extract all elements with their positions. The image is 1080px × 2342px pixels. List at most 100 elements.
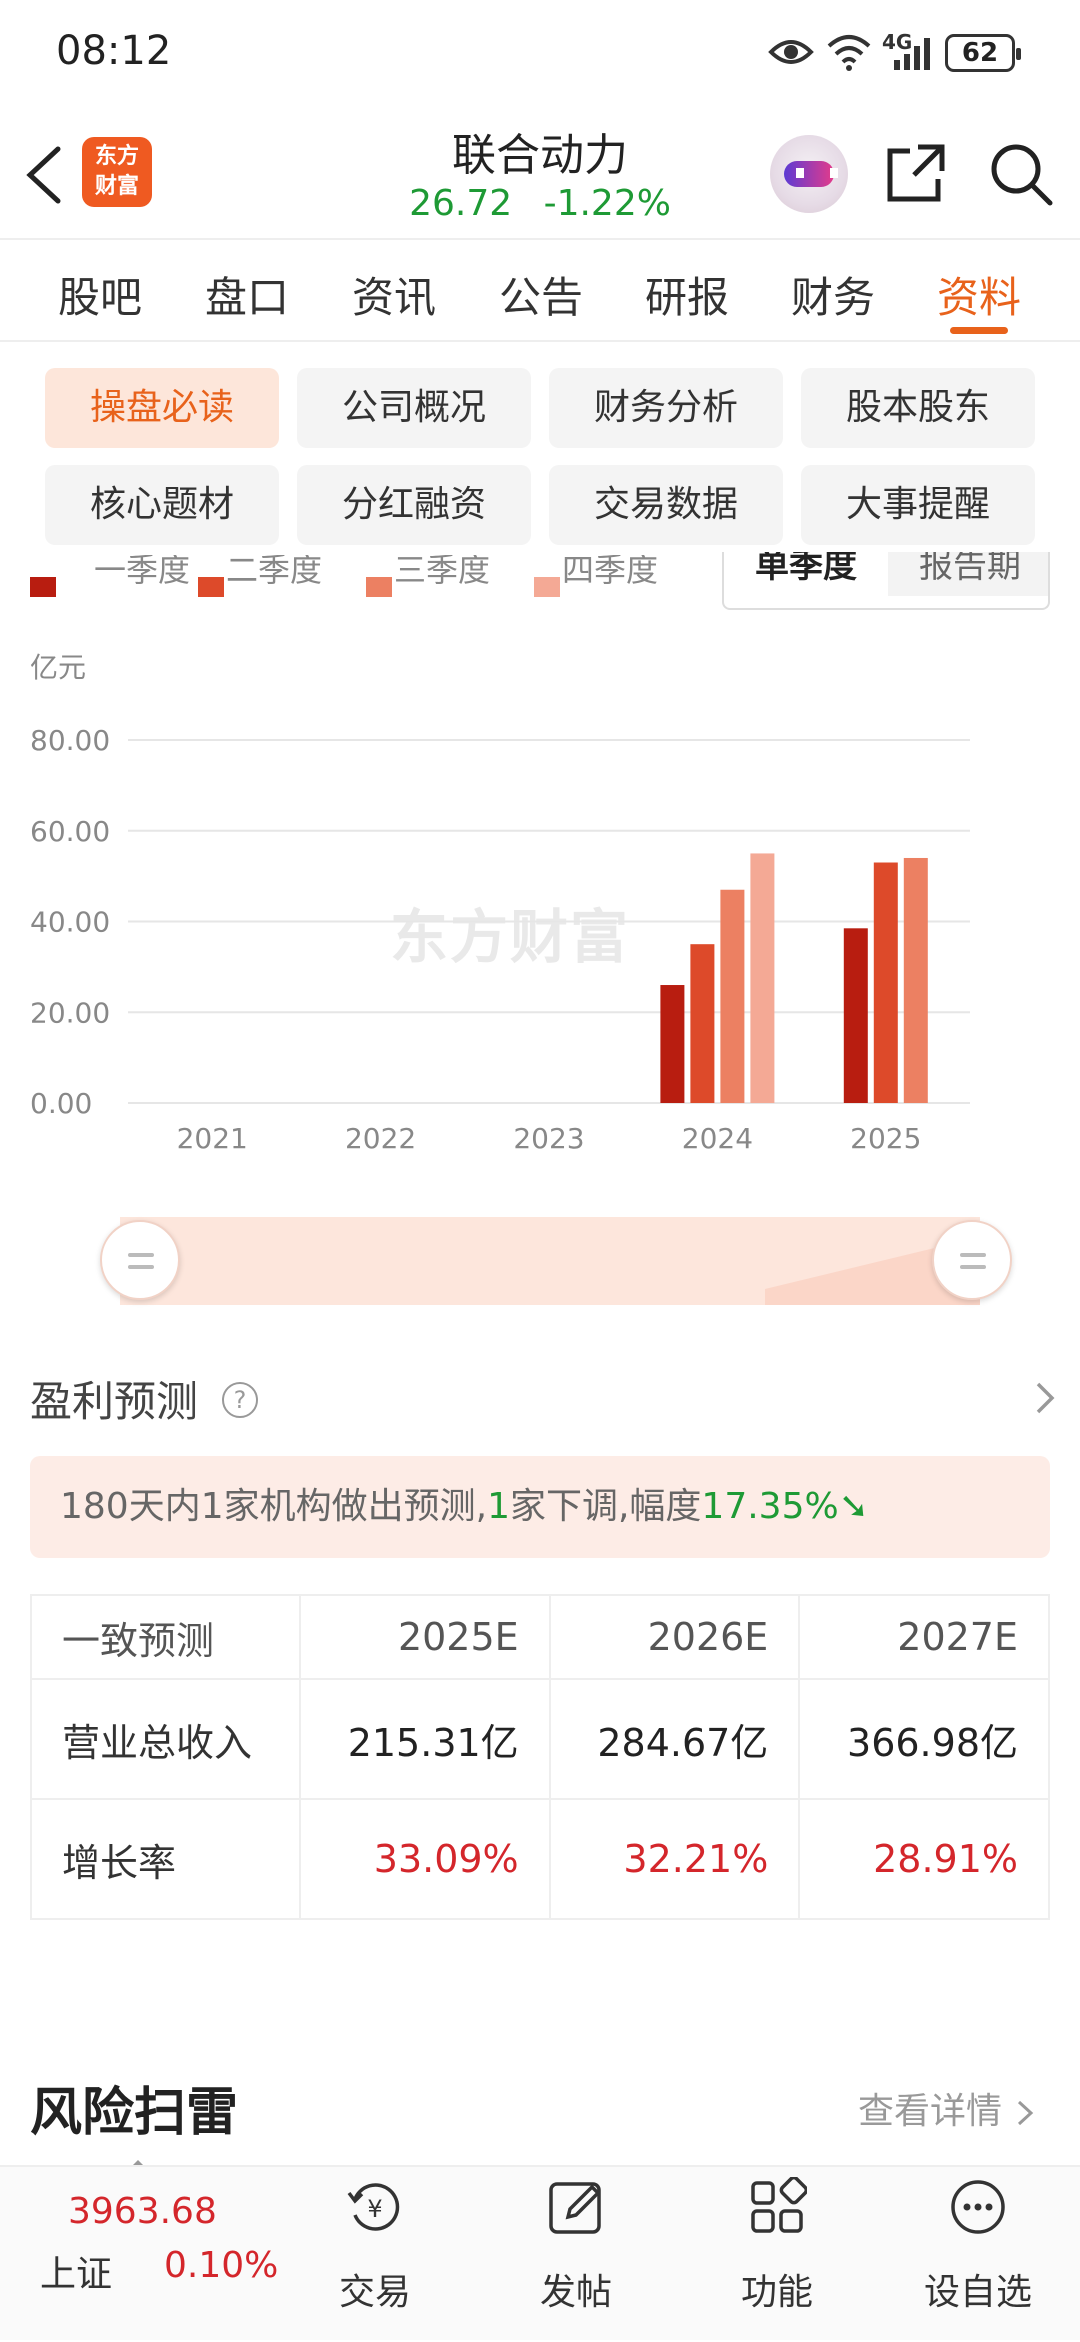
ai-assistant-icon[interactable]	[770, 135, 848, 213]
y-tick-label: 40.00	[30, 906, 110, 939]
nav-post[interactable]: 发帖	[496, 2167, 656, 2342]
more-icon	[951, 2180, 1005, 2234]
trade-icon: ¥	[347, 2183, 400, 2231]
tab-news[interactable]: 资讯	[334, 264, 454, 325]
signal-icon	[894, 38, 930, 70]
chip-core-themes[interactable]: 核心题材	[45, 465, 279, 545]
nav-trade-label: 交易	[338, 2272, 411, 2313]
nav-add-watchlist[interactable]: 设自选	[898, 2167, 1058, 2342]
x-tick-label: 2021	[177, 1122, 248, 1155]
edit-icon	[549, 2182, 601, 2234]
legend-label-q2: 二季度	[226, 555, 323, 589]
legend-label-q3: 三季度	[394, 555, 491, 589]
active-tab-indicator	[950, 327, 1008, 334]
nav-add-watchlist-label: 设自选	[923, 2272, 1032, 2313]
table-cell: 366.98亿	[798, 1678, 1050, 1800]
row-label: 营业总收入	[29, 1678, 302, 1800]
chip-dividends-financing[interactable]: 分红融资	[297, 465, 531, 545]
nav-functions[interactable]: 功能	[697, 2167, 857, 2342]
legend-swatch-q3	[366, 577, 392, 597]
index-change: 0.10%	[164, 2245, 279, 2286]
table-cell: 284.67亿	[548, 1678, 801, 1800]
legend-swatch-q2	[198, 577, 224, 597]
bar-2024-q2[interactable]	[690, 944, 715, 1103]
chip-event-reminders[interactable]: 大事提醒	[801, 465, 1035, 545]
chip-company-overview[interactable]: 公司概况	[297, 368, 531, 448]
table-header-cell: 2026E	[548, 1594, 801, 1680]
table-row: 增长率 33.09% 32.21% 28.91%	[29, 1798, 1050, 1920]
range-slider-track[interactable]	[120, 1217, 980, 1305]
table-header-row: 一致预测 2025E 2026E 2027E	[29, 1594, 1050, 1680]
search-icon[interactable]	[988, 141, 1054, 207]
chip-trading-data[interactable]: 交易数据	[549, 465, 783, 545]
tab-guba[interactable]: 股吧	[40, 264, 160, 325]
table-header-cell: 一致预测	[29, 1594, 302, 1680]
range-slider-right-handle[interactable]	[932, 1220, 1012, 1300]
chip-financial-analysis[interactable]: 财务分析	[549, 368, 783, 448]
legend-label-q1: 一季度	[94, 555, 191, 589]
toggle-report-period[interactable]: 报告期	[888, 552, 1048, 596]
revenue-bar-chart: 亿元 0.00 20.00 40.00 60.00 80.00 2021 2022 2023…	[30, 651, 970, 1155]
table-header-cell: 2027E	[798, 1594, 1050, 1680]
period-toggle: 单季度 报告期	[722, 552, 1050, 610]
x-tick-label: 2023	[513, 1122, 584, 1155]
svg-text:¥: ¥	[367, 2195, 382, 2223]
table-row: 营业总收入 215.31亿 284.67亿 366.98亿	[29, 1678, 1050, 1800]
forecast-table: 一致预测 2025E 2026E 2027E 营业总收入 215.31亿 284…	[29, 1594, 1050, 1920]
chip-shareholders[interactable]: 股本股东	[801, 368, 1035, 448]
main-tabs: 股吧 盘口 资讯 公告 研报 财务 资料	[0, 242, 1080, 342]
stock-change: -1.22%	[543, 183, 671, 224]
bottom-navigation: 3963.68 上证 0.10% ¥ 交易 发帖 功能 设自选	[0, 2165, 1080, 2340]
y-tick-label: 0.00	[30, 1087, 92, 1120]
toggle-single-quarter[interactable]: 单季度	[724, 552, 888, 596]
legend-swatch-q4	[534, 577, 560, 597]
tab-profile[interactable]: 资料	[919, 264, 1039, 325]
y-tick-label: 80.00	[30, 724, 110, 757]
table-header-cell: 2025E	[299, 1594, 551, 1680]
forecast-summary-banner[interactable]: 180天内1家机构做出预测,1家下调,幅度17.35%➘	[30, 1456, 1050, 1558]
bar-2024-q3[interactable]	[720, 889, 745, 1103]
tab-pankou[interactable]: 盘口	[187, 264, 307, 325]
index-name: 上证	[40, 2254, 113, 2295]
tab-research[interactable]: 研报	[627, 264, 747, 325]
table-cell: 28.91%	[798, 1798, 1050, 1920]
tab-announcements[interactable]: 公告	[481, 264, 601, 325]
status-bar: 08:12 4G 62	[0, 0, 1080, 105]
tab-finance[interactable]: 财务	[773, 264, 893, 325]
bar-2024-q4[interactable]	[750, 853, 775, 1103]
table-cell: 33.09%	[299, 1798, 551, 1920]
bar-2025-q3[interactable]	[903, 857, 928, 1103]
eye-icon	[768, 40, 814, 64]
stock-price: 26.72	[409, 183, 513, 224]
nav-post-label: 发帖	[539, 2272, 612, 2313]
x-tick-label: 2024	[682, 1122, 753, 1155]
stock-header: 东方 财富 联合动力 26.72 -1.22%	[0, 105, 1080, 240]
profit-forecast-title: 盈利预测	[30, 1377, 199, 1426]
bar-2024-q1[interactable]	[660, 985, 685, 1103]
view-details-link[interactable]: 查看详情	[858, 2082, 1037, 2134]
bar-2025-q2[interactable]	[873, 862, 898, 1103]
y-axis-unit: 亿元	[30, 651, 86, 684]
arrow-down-icon: ➘	[838, 1486, 869, 1527]
nav-functions-label: 功能	[740, 2272, 813, 2313]
grid-icon	[751, 2177, 807, 2233]
chip-trading-guide[interactable]: 操盘必读	[45, 368, 279, 448]
chevron-right-icon	[1018, 2100, 1034, 2126]
risk-scan-title: 风险扫雷	[30, 2083, 239, 2143]
nav-trade[interactable]: ¥ 交易	[295, 2167, 455, 2342]
table-cell: 215.31亿	[299, 1678, 551, 1800]
help-icon[interactable]: ?	[222, 1382, 258, 1418]
y-tick-label: 60.00	[30, 815, 110, 848]
range-slider-left-handle[interactable]	[100, 1220, 180, 1300]
x-tick-label: 2022	[345, 1122, 416, 1155]
row-label: 增长率	[29, 1798, 302, 1920]
index-value: 3963.68	[68, 2191, 217, 2232]
wifi-icon	[827, 35, 871, 71]
share-icon[interactable]	[884, 141, 948, 205]
bar-2025-q1[interactable]	[843, 928, 868, 1103]
x-tick-label: 2025	[850, 1122, 921, 1155]
battery-icon: 62	[945, 34, 1021, 72]
table-cell: 32.21%	[548, 1798, 801, 1920]
chevron-right-icon[interactable]	[1030, 1374, 1060, 1424]
legend-swatch-q1	[30, 577, 56, 597]
